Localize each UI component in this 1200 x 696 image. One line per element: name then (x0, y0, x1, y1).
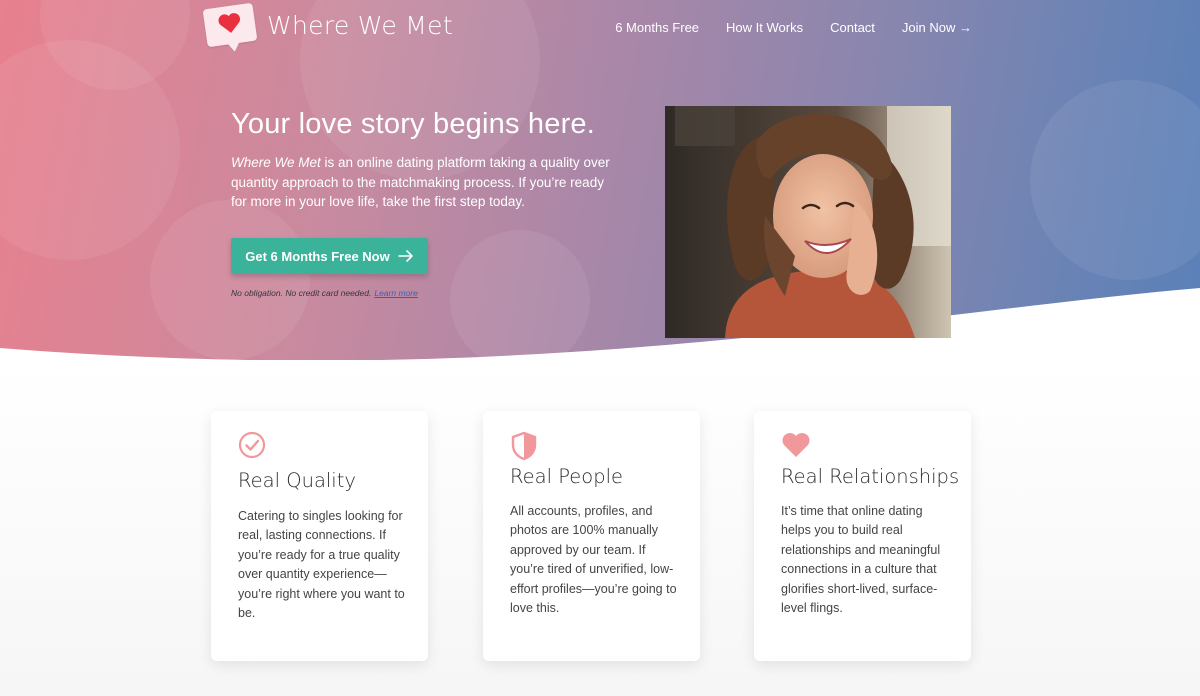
feature-card-people: Real People All accounts, profiles, and … (483, 411, 700, 661)
hero-photo (665, 106, 951, 338)
learn-more-link[interactable]: Learn more (374, 288, 417, 298)
fine-print-text: No obligation. No credit card needed. (231, 288, 372, 298)
fine-print: No obligation. No credit card needed. Lea… (231, 288, 418, 298)
nav-link-free-offer[interactable]: 6 Months Free (615, 20, 699, 35)
check-circle-icon (238, 431, 266, 459)
feature-card-relationships: Real Relationships It’s time that online… (754, 411, 971, 661)
feature-body: It’s time that online dating helps you t… (781, 504, 941, 616)
feature-title: Real Quality (238, 469, 356, 492)
feature-title: Real People (510, 465, 624, 488)
feature-body: Catering to singles looking for real, la… (238, 509, 405, 621)
feature-title: Real Relationships (781, 465, 960, 488)
heart-chat-bubble-icon (202, 2, 258, 48)
shield-icon (511, 431, 537, 461)
hero-title: Your love story begins here. (231, 108, 596, 140)
heart-icon (782, 433, 810, 457)
nav-link-join-now[interactable]: Join Now → (902, 20, 972, 35)
hero-description-brand: Where We Met (231, 155, 321, 170)
bokeh-light (1030, 80, 1200, 280)
get-free-months-button[interactable]: Get 6 Months Free Now (231, 238, 428, 274)
feature-card-quality: Real Quality Catering to singles looking… (211, 411, 428, 661)
nav-link-contact[interactable]: Contact (830, 20, 875, 35)
brand-logo[interactable]: Where We Met (202, 2, 453, 48)
cta-label: Get 6 Months Free Now (245, 248, 390, 264)
hero-wave-divider (0, 288, 1200, 360)
hero-description: Where We Met is an online dating platfor… (231, 153, 611, 212)
arrow-right-icon (397, 250, 413, 262)
feature-body: All accounts, profiles, and photos are 1… (510, 504, 677, 616)
top-nav: 6 Months Free How It Works Contact Join … (615, 20, 972, 35)
brand-name: Where We Met (267, 10, 453, 40)
nav-link-how-it-works[interactable]: How It Works (726, 20, 803, 35)
smiling-woman-photo (665, 106, 951, 338)
